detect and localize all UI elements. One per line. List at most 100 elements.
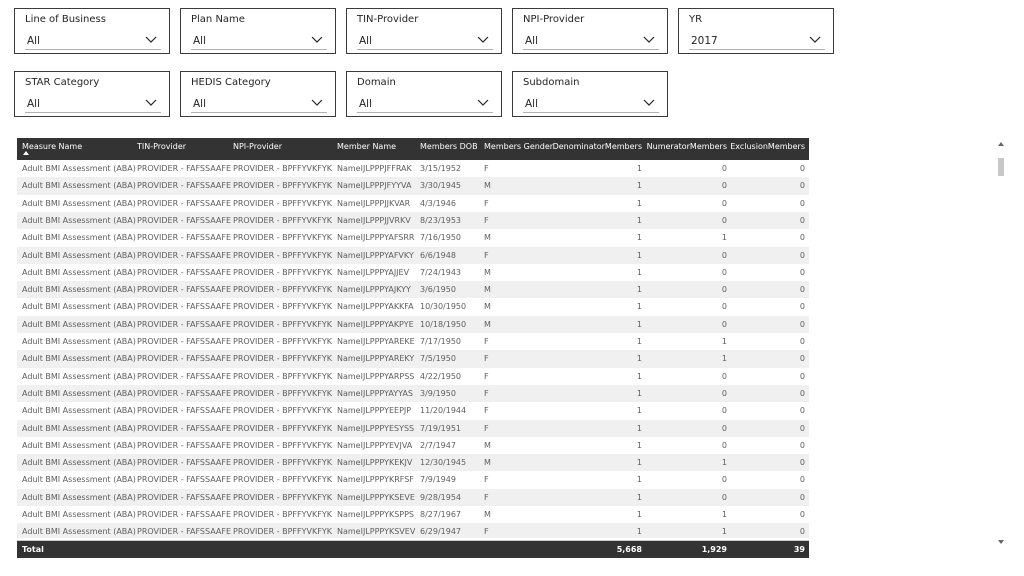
table-cell: 9/28/1954 xyxy=(420,492,462,502)
scroll-down-icon[interactable] xyxy=(998,540,1004,544)
table-cell: 3/30/1945 xyxy=(420,181,462,191)
table-row[interactable]: Adult BMI Assessment (ABA) PROVIDER - FAF… xyxy=(17,229,809,246)
slicer-value: All xyxy=(193,35,207,47)
scroll-thumb[interactable] xyxy=(998,158,1004,176)
column-header-denominator-members[interactable]: DenominatorMembers xyxy=(553,142,642,151)
total-label: Total xyxy=(22,545,44,554)
table-row[interactable]: Adult BMI Assessment (ABA) PROVIDER - FAF… xyxy=(17,333,809,350)
slicer-tin-provider[interactable]: TIN-Provider All xyxy=(346,8,502,54)
table-cell: 7/19/1951 xyxy=(420,423,462,433)
table-cell: NameIJLPPPYAJKYY xyxy=(337,285,411,295)
table-cell: 7/24/1943 xyxy=(420,267,462,277)
table-cell: PROVIDER - BPFFYVKFYK xyxy=(233,371,332,381)
slicer-subdomain[interactable]: Subdomain All xyxy=(512,71,668,117)
slicer-value: All xyxy=(359,35,373,47)
chevron-down-icon xyxy=(311,97,323,107)
table-row[interactable]: Adult BMI Assessment (ABA) PROVIDER - FAF… xyxy=(17,211,809,230)
table-row[interactable]: Adult BMI Assessment (ABA) PROVIDER - FAF… xyxy=(17,160,809,177)
slicer-dropdown[interactable]: 2017 xyxy=(689,31,825,50)
table-cell: M xyxy=(484,510,491,519)
table-row[interactable]: Adult BMI Assessment (ABA) PROVIDER - FAF… xyxy=(17,315,809,333)
table-cell: 11/20/1944 xyxy=(420,406,467,416)
vertical-scrollbar[interactable] xyxy=(996,140,1006,546)
table-row[interactable]: Adult BMI Assessment (ABA) PROVIDER - FAF… xyxy=(17,195,809,212)
table-cell: Adult BMI Assessment (ABA) xyxy=(22,337,136,346)
slicer-npi-provider[interactable]: NPI-Provider All xyxy=(512,8,668,54)
slicer-yr[interactable]: YR 2017 xyxy=(678,8,834,54)
table-cell: NameIJLPPPJFFRAK xyxy=(337,164,412,173)
slicer-title: Line of Business xyxy=(25,14,106,25)
table-row[interactable]: Adult BMI Assessment (ABA) PROVIDER - FAF… xyxy=(17,298,809,315)
slicer-domain[interactable]: Domain All xyxy=(346,71,502,117)
table-row[interactable]: Adult BMI Assessment (ABA) PROVIDER - FAF… xyxy=(17,384,809,403)
table-cell: PROVIDER - FAFSSAAFE xyxy=(137,354,232,364)
column-header-numerator-members[interactable]: NumeratorMembers xyxy=(647,142,727,151)
table-cell: 0 xyxy=(799,319,805,329)
slicer-title: Domain xyxy=(357,77,396,88)
scroll-up-icon[interactable] xyxy=(998,142,1004,146)
slicer-plan-name[interactable]: Plan Name All xyxy=(180,8,336,54)
table-row[interactable]: Adult BMI Assessment (ABA) PROVIDER - FAF… xyxy=(17,419,809,437)
column-header-npi-provider[interactable]: NPI-Provider xyxy=(233,142,282,151)
table-cell: 1 xyxy=(636,440,642,450)
table-row[interactable]: Adult BMI Assessment (ABA) PROVIDER - FAF… xyxy=(17,264,809,281)
table-row[interactable]: Adult BMI Assessment (ABA) PROVIDER - FAF… xyxy=(17,402,809,419)
table-row[interactable]: Adult BMI Assessment (ABA) PROVIDER - FAF… xyxy=(17,350,809,368)
table-cell: Adult BMI Assessment (ABA) xyxy=(22,302,136,312)
table-cell: 1 xyxy=(636,492,642,502)
slicer-value: All xyxy=(525,98,539,110)
table-row[interactable]: Adult BMI Assessment (ABA) PROVIDER - FAF… xyxy=(17,246,809,264)
table-cell: 0 xyxy=(799,388,805,398)
slicer-dropdown[interactable]: All xyxy=(25,94,161,113)
slicer-dropdown[interactable]: All xyxy=(191,31,327,50)
slicer-dropdown[interactable]: All xyxy=(523,94,659,113)
table-cell: NameIJLPPPYKEKJV xyxy=(337,458,413,468)
table-row[interactable]: Adult BMI Assessment (ABA) PROVIDER - FAF… xyxy=(17,281,809,299)
slicer-dropdown[interactable]: All xyxy=(357,94,493,113)
table-cell: 1 xyxy=(636,527,642,537)
slicer-line-of-business[interactable]: Line of Business All xyxy=(14,8,170,54)
column-header-member-name[interactable]: Member Name xyxy=(337,142,396,151)
table-cell: Adult BMI Assessment (ABA) xyxy=(22,250,136,260)
column-header-tin-provider[interactable]: TIN-Provider xyxy=(137,142,186,151)
table-cell: M xyxy=(484,233,491,243)
table-row[interactable]: Adult BMI Assessment (ABA) PROVIDER - FAF… xyxy=(17,506,809,523)
table-cell: 0 xyxy=(721,406,727,416)
table-row[interactable]: Adult BMI Assessment (ABA) PROVIDER - FAF… xyxy=(17,488,809,506)
slicer-dropdown[interactable]: All xyxy=(357,31,493,50)
table-cell: NameIJLPPPJFYYVA xyxy=(337,181,412,191)
table-cell: PROVIDER - FAFSSAAFE xyxy=(137,267,232,277)
chevron-down-icon xyxy=(643,97,655,107)
table-cell: 3/9/1950 xyxy=(420,388,456,398)
slicer-hedis-category[interactable]: HEDIS Category All xyxy=(180,71,336,117)
table-cell: 1 xyxy=(721,527,727,537)
table-cell: NameIJLPPPJJKVAR xyxy=(337,198,411,208)
slicer-title: TIN-Provider xyxy=(357,14,419,25)
table-cell: PROVIDER - BPFFYVKFYK xyxy=(233,319,332,329)
column-header-exclusion-members[interactable]: ExclusionMembers xyxy=(730,142,805,151)
table-cell: 8/27/1967 xyxy=(420,510,462,519)
column-header-measure-name[interactable]: Measure Name xyxy=(22,142,82,151)
table-row[interactable]: Adult BMI Assessment (ABA) PROVIDER - FAF… xyxy=(17,177,809,195)
table-row[interactable]: Adult BMI Assessment (ABA) PROVIDER - FAF… xyxy=(17,437,809,454)
table-cell: 0 xyxy=(799,337,805,346)
slicer-dropdown[interactable]: All xyxy=(191,94,327,113)
table-cell: Adult BMI Assessment (ABA) xyxy=(22,458,136,468)
table-cell: 1 xyxy=(721,354,727,364)
sort-ascending-icon xyxy=(23,151,29,155)
table-row[interactable]: Adult BMI Assessment (ABA) PROVIDER - FAF… xyxy=(17,523,809,538)
column-header-members-dob[interactable]: Members DOB xyxy=(420,142,478,151)
table-cell: F xyxy=(484,388,489,398)
table-row[interactable]: Adult BMI Assessment (ABA) PROVIDER - FAF… xyxy=(17,368,809,385)
table-cell: 0 xyxy=(799,233,805,243)
table-cell: PROVIDER - BPFFYVKFYK xyxy=(233,198,332,208)
table-cell: PROVIDER - FAFSSAAFE xyxy=(137,440,232,450)
slicer-dropdown[interactable]: All xyxy=(25,31,161,50)
slicer-dropdown[interactable]: All xyxy=(523,31,659,50)
table-row[interactable]: Adult BMI Assessment (ABA) PROVIDER - FAF… xyxy=(17,471,809,488)
slicer-star-category[interactable]: STAR Category All xyxy=(14,71,170,117)
table-row[interactable]: Adult BMI Assessment (ABA) PROVIDER - FAF… xyxy=(17,454,809,472)
table-cell: PROVIDER - FAFSSAAFE xyxy=(137,527,232,537)
column-header-members-gender[interactable]: Members Gender xyxy=(484,142,553,151)
table-cell: Adult BMI Assessment (ABA) xyxy=(22,198,136,208)
